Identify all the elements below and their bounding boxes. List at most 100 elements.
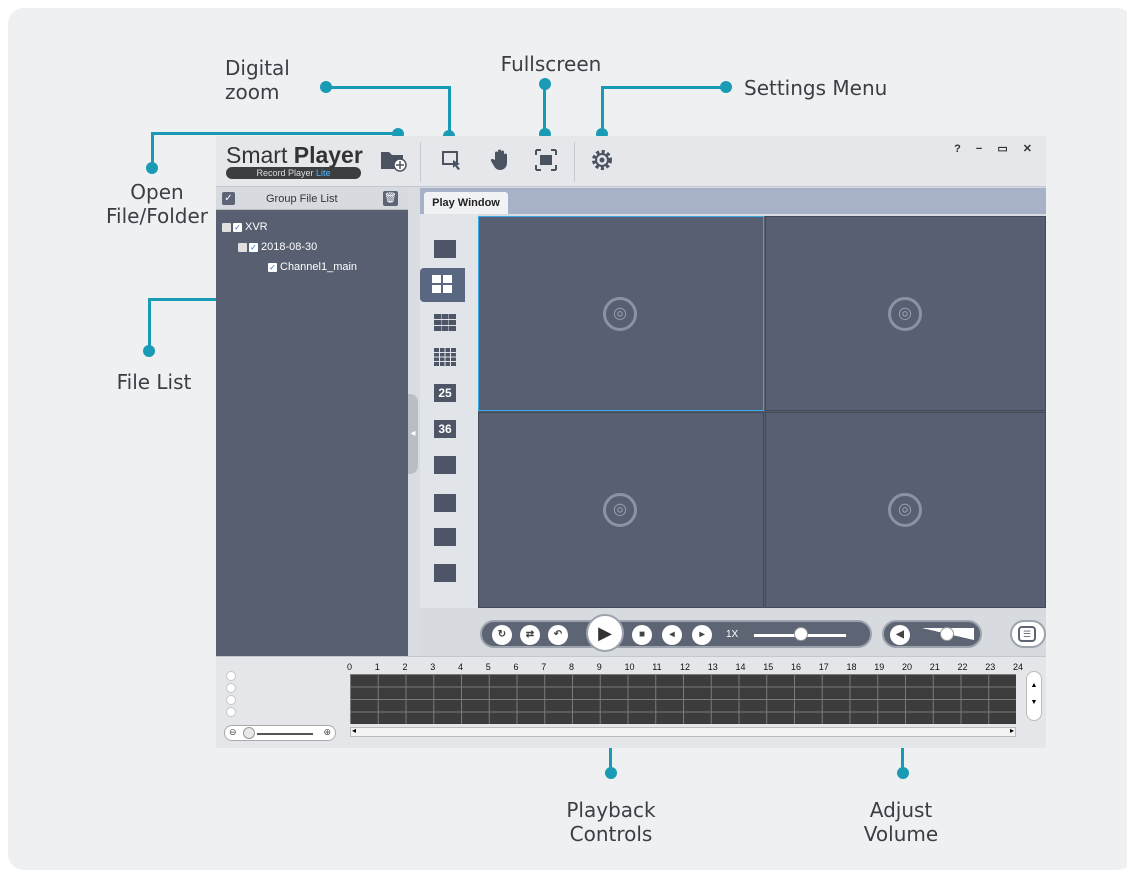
layout-36-icon[interactable]: 36 [434, 420, 456, 438]
checkbox[interactable]: ✓ [268, 262, 277, 272]
channel-indicator[interactable] [226, 671, 236, 681]
toolbar-divider [420, 142, 421, 182]
zoom-knob[interactable] [243, 727, 255, 739]
scroll-down-icon[interactable]: ▼ [1027, 699, 1041, 706]
timeline-hour-label: 13 [707, 662, 718, 672]
video-cell[interactable]: ◎ [765, 412, 1046, 608]
tree-item-xvr[interactable]: ✓ XVR [222, 221, 268, 233]
scroll-left-icon[interactable]: ◂ [352, 726, 356, 735]
connector-dot [897, 767, 909, 779]
zoom-in-icon[interactable]: ⊕ [323, 727, 331, 738]
layout-4-button[interactable] [420, 268, 465, 302]
scroll-up-icon[interactable]: ▲ [1027, 682, 1041, 689]
tree-item-date[interactable]: ✓ 2018-08-30 [238, 241, 317, 253]
timeline-zoom-slider[interactable]: ⊖ ⊕ [224, 725, 336, 741]
timeline-hour-label: 4 [458, 662, 464, 672]
timeline-hour-label: 3 [430, 662, 436, 672]
layout-9-icon[interactable] [434, 314, 456, 332]
collapse-icon[interactable] [222, 222, 231, 232]
connector-dot [605, 767, 617, 779]
step-back-icon[interactable]: ◂ [662, 625, 682, 645]
volume-control: ◀ [882, 620, 982, 648]
layout-custom-3-icon[interactable] [434, 528, 456, 546]
layout-custom-1-icon[interactable] [434, 456, 456, 474]
settings-gear-icon[interactable] [588, 148, 616, 178]
tree-item-channel[interactable]: ✓ Channel1_main [268, 261, 357, 273]
stop-icon[interactable]: ■ [632, 625, 652, 645]
timeline-hour-label: 14 [735, 662, 746, 672]
brand-bold: Player [293, 142, 363, 168]
camera-icon: ◎ [603, 493, 637, 527]
video-cell[interactable]: ◎ [478, 412, 764, 608]
timeline-hour-label: 12 [680, 662, 691, 672]
callout-settings-menu: Settings Menu [744, 76, 888, 100]
timeline-hour-label: 6 [513, 662, 519, 672]
timeline-scrollbar[interactable]: ◂ ▸ [350, 726, 1016, 737]
checkbox[interactable]: ✓ [249, 242, 258, 252]
sub-brand: Record Player [256, 168, 316, 178]
connector-line [543, 84, 546, 134]
layout-custom-4-icon[interactable] [434, 564, 456, 582]
file-list-header: ✓ Group File List 🗑 [216, 188, 408, 210]
connector-line [326, 86, 450, 89]
speed-slider-knob[interactable] [794, 627, 808, 641]
settings-button[interactable]: ☰ [1010, 620, 1046, 648]
smart-player-window: Smart Player Record Player Lite ? − ▭ ✕ … [216, 136, 1046, 748]
channel-indicator[interactable] [226, 683, 236, 693]
timeline-hour-label: 22 [957, 662, 968, 672]
layout-custom-2-icon[interactable] [434, 494, 456, 512]
timeline-hour-label: 11 [652, 662, 662, 672]
hand-icon[interactable] [486, 148, 514, 178]
layout-16-icon[interactable] [434, 348, 456, 366]
timeline-hour-label: 5 [485, 662, 491, 672]
collapse-icon[interactable] [238, 242, 247, 252]
timeline-hour-label: 15 [763, 662, 774, 672]
brand-light: Smart [226, 142, 294, 168]
collapse-panel-button[interactable]: ◂ [408, 394, 418, 474]
toolbar: Smart Player Record Player Lite ? − ▭ ✕ [216, 136, 1046, 187]
speed-label: 1X [726, 629, 739, 640]
rewind-icon[interactable]: ↶ [548, 625, 568, 645]
callout-digital-zoom: Digital zoom [225, 56, 290, 104]
timeline-hour-label: 17 [818, 662, 829, 672]
connector-line [152, 132, 398, 135]
digital-zoom-icon[interactable] [438, 148, 466, 178]
timeline-hour-label: 18 [846, 662, 857, 672]
window-controls[interactable]: ? − ▭ ✕ [954, 142, 1038, 155]
camera-icon: ◎ [888, 297, 922, 331]
open-folder-icon[interactable] [378, 148, 408, 178]
layout-1-icon[interactable] [434, 240, 456, 258]
play-icon[interactable]: ▶ [586, 614, 624, 652]
callout-open-file-folder: Open File/Folder [105, 180, 208, 228]
timeline-hour-label: 19 [874, 662, 885, 672]
app-subtitle: Record Player Lite [226, 167, 361, 179]
video-cell[interactable]: ◎ [478, 216, 764, 411]
zoom-out-icon[interactable]: ⊖ [229, 727, 237, 738]
callout-playback-controls: Playback Controls [566, 798, 656, 846]
file-list-title: Group File List [266, 193, 338, 205]
layout-selector: 25 36 [420, 214, 478, 608]
timeline: ⊖ ⊕ 0 1 2 3 4 5 6 7 8 9 10 11 12 13 14 15 16 17 18 19 20 21 22… [216, 656, 1046, 748]
step-forward-icon[interactable]: ▸ [692, 625, 712, 645]
tab-play-window[interactable]: Play Window [424, 192, 508, 214]
volume-icon[interactable]: ◀ [890, 625, 910, 645]
channel-indicator[interactable] [226, 695, 236, 705]
sub-brand-lite: Lite [316, 168, 331, 178]
fullscreen-icon[interactable] [532, 148, 560, 178]
trash-icon[interactable]: 🗑 [383, 191, 398, 206]
select-all-checkbox[interactable]: ✓ [222, 192, 235, 205]
layout-25-icon[interactable]: 25 [434, 384, 456, 402]
scroll-right-icon[interactable]: ▸ [1010, 726, 1014, 735]
checkbox[interactable]: ✓ [233, 222, 242, 232]
video-cell[interactable]: ◎ [765, 216, 1046, 411]
volume-slider-knob[interactable] [940, 627, 954, 641]
tree-label: XVR [245, 221, 268, 233]
timeline-hour-label: 9 [596, 662, 602, 672]
playback-controls: ↻ ⇄ ↶ ■ ◂ ▸ 1X [480, 620, 872, 648]
loop-icon[interactable]: ↻ [492, 625, 512, 645]
timeline-grid[interactable] [350, 674, 1016, 724]
callout-file-list: File List [116, 370, 192, 394]
timeline-vertical-scroll[interactable]: ▲ ▼ [1026, 671, 1042, 721]
sync-icon[interactable]: ⇄ [520, 625, 540, 645]
channel-indicator[interactable] [226, 707, 236, 717]
